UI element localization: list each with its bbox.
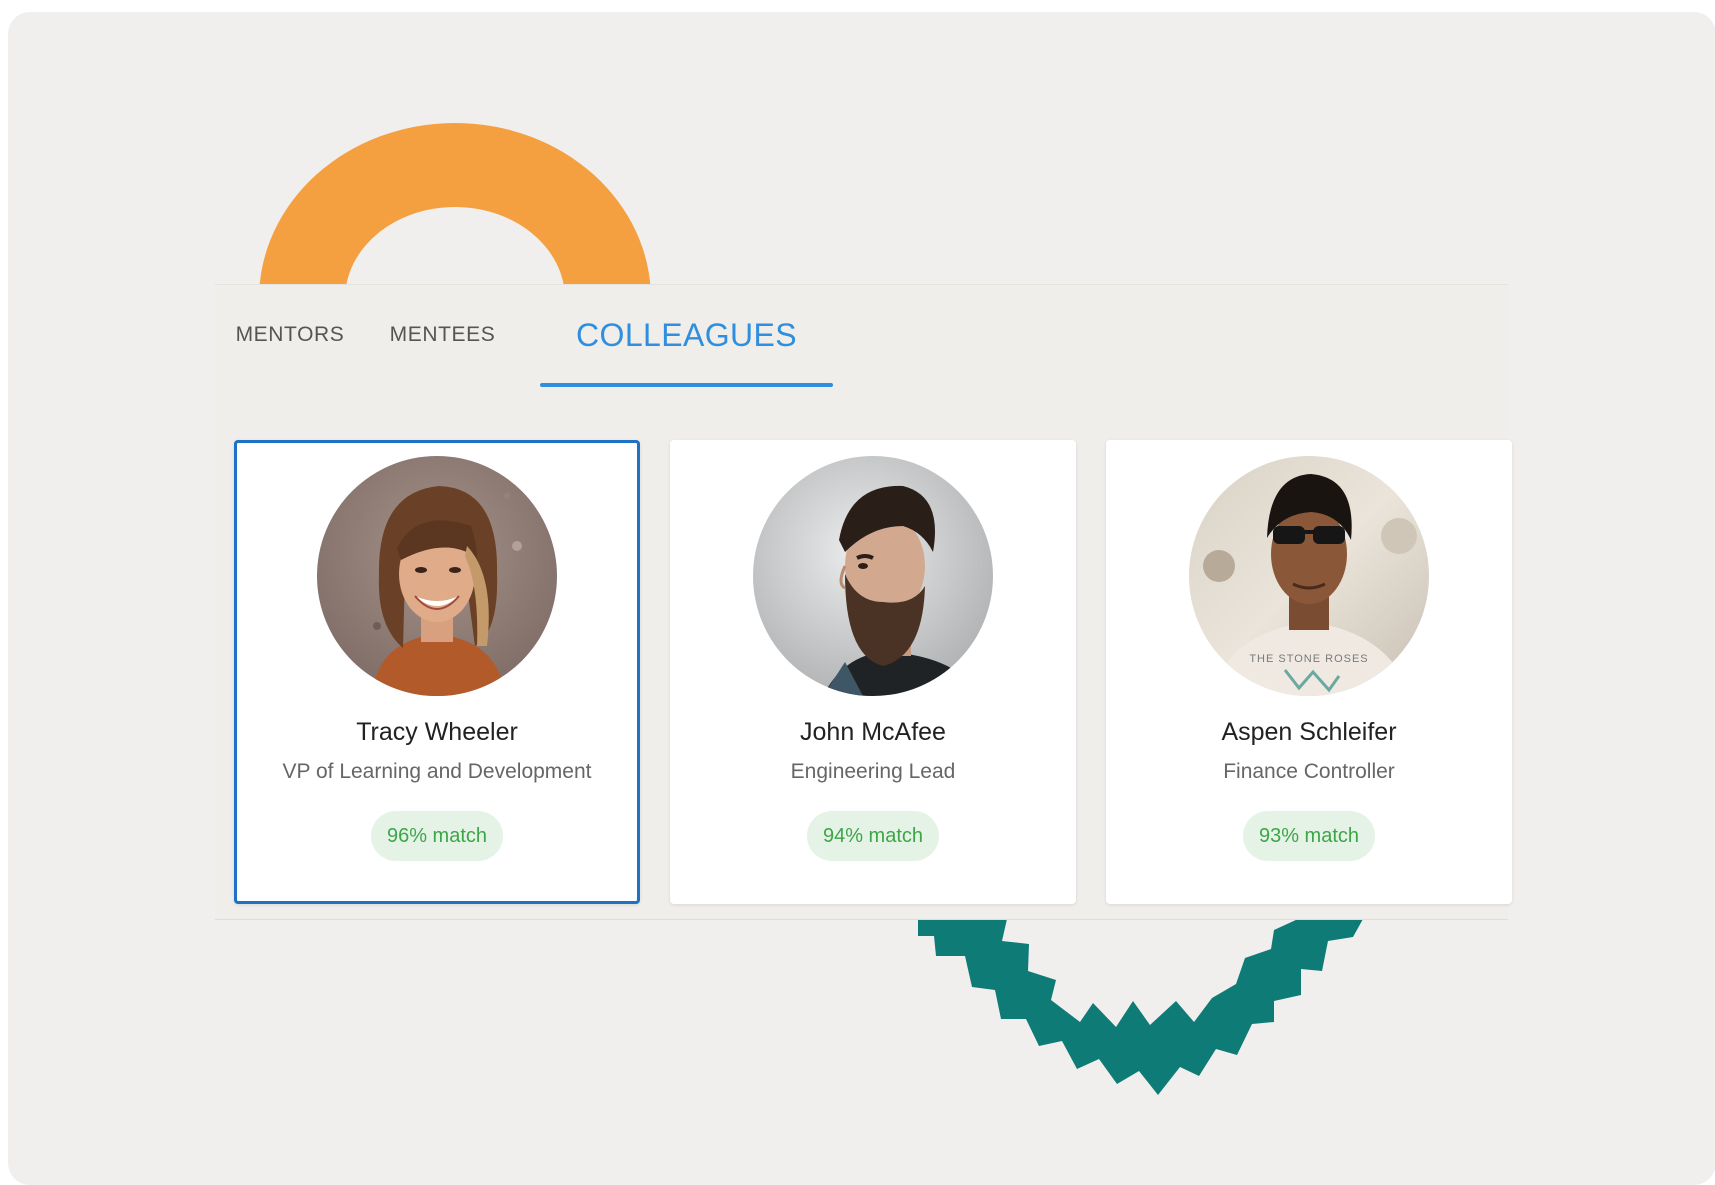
tab-bar: MENTORS MENTEES COLLEAGUES [215,285,1508,387]
woman-smiling-photo [317,456,557,696]
man-sunglasses-photo: THE STONE ROSES [1189,456,1429,696]
orange-arch-decoration [259,123,651,299]
avatar: THE STONE ROSES [1189,456,1429,696]
bearded-man-photo [753,456,993,696]
avatar [753,456,993,696]
people-panel: MENTORS MENTEES COLLEAGUES Tracy Wheeler… [215,284,1512,920]
tab-mentors[interactable]: MENTORS [215,285,365,385]
match-badge: 93% match [1242,811,1376,861]
colleague-name: Tracy Wheeler [356,718,518,746]
colleague-name: John McAfee [800,718,946,746]
match-badge: 96% match [370,811,504,861]
colleague-card-aspen-schleifer[interactable]: THE STONE ROSES Aspen Schleifer Finance … [1106,440,1512,904]
colleague-role: Engineering Lead [790,760,956,783]
active-tab-indicator [540,383,833,387]
avatar [317,456,557,696]
colleague-card-tracy-wheeler[interactable]: Tracy Wheeler VP of Learning and Develop… [234,440,640,904]
colleague-card-john-mcafee[interactable]: John McAfee Engineering Lead 94% match [670,440,1076,904]
colleague-name: Aspen Schleifer [1221,718,1397,746]
match-badge: 94% match [806,811,940,861]
teal-zigzag-decoration [918,919,1363,1095]
colleague-role: VP of Learning and Development [282,760,592,783]
tab-mentees[interactable]: MENTEES [370,285,515,385]
colleague-role: Finance Controller [1223,760,1395,783]
shirt-print-text: THE STONE ROSES [1249,653,1368,665]
tab-colleagues[interactable]: COLLEAGUES [540,285,833,385]
page-background: MENTORS MENTEES COLLEAGUES Tracy Wheeler… [8,12,1715,1185]
